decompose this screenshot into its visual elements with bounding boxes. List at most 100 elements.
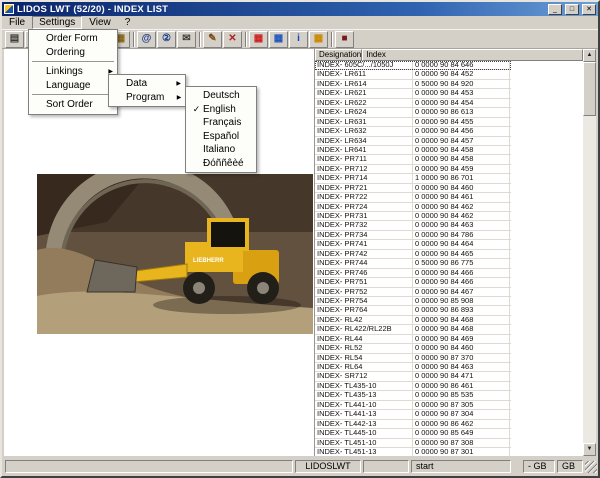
designation-cell: INDEX- PR752 (315, 287, 413, 296)
table-row[interactable]: INDEX- PR741 0 0000 90 84 464 (315, 240, 511, 250)
document-button[interactable]: ▤ (5, 30, 24, 48)
app-window: LIDOS LWT (52/20) - INDEX LIST _ □ ✕ Fil… (0, 0, 600, 478)
index-table: Designation Index INDEX- 605C/.../1050J … (315, 49, 583, 456)
table-row[interactable]: INDEX- SR712 0 0000 90 84 471 (315, 372, 511, 382)
partlist-red-button[interactable]: ▦ (249, 30, 268, 48)
title-bar[interactable]: LIDOS LWT (52/20) - INDEX LIST _ □ ✕ (2, 2, 598, 16)
toolbar-icon: i (297, 33, 300, 44)
menu-item-espanol[interactable]: ✓ Español ▶ (188, 130, 254, 144)
index-cell: 0 0000 90 84 464 (413, 240, 510, 249)
close-button[interactable]: ✕ (582, 3, 596, 15)
menu-item-data[interactable]: ✓ Data ▶ (111, 77, 183, 91)
table-row[interactable]: INDEX- RL42 0 0000 90 84 468 (315, 315, 511, 326)
menu-item-italiano[interactable]: ✓ Italiano ▶ (188, 143, 254, 157)
index-cell: 0 0000 90 87 305 (413, 400, 510, 410)
table-row[interactable]: INDEX- PR754 0 0000 90 85 908 (315, 296, 511, 307)
table-row[interactable]: INDEX- TL451-13 0 0000 90 87 301 (315, 447, 511, 456)
table-row[interactable]: INDEX- 605C/.../1050J 0 0000 90 84 646 (315, 61, 511, 71)
table-row[interactable]: INDEX- PR752 0 0000 90 84 467 (315, 287, 511, 297)
table-row[interactable]: INDEX- LR631 0 0000 90 84 455 (315, 117, 511, 128)
menu-item-english[interactable]: ✓ English ▶ (188, 103, 254, 117)
table-row[interactable]: INDEX- PR731 0 0000 90 84 462 (315, 212, 511, 222)
table-row[interactable]: INDEX- PR746 0 0000 90 84 466 (315, 268, 511, 279)
table-row[interactable]: INDEX- PR714 1 0000 90 86 701 (315, 174, 511, 184)
table-row[interactable]: INDEX- TL441-13 0 0000 90 87 304 (315, 410, 511, 420)
cab-window (211, 222, 245, 247)
resize-grip[interactable] (585, 461, 597, 473)
menu-item-francais[interactable]: ✓ Français ▶ (188, 116, 254, 130)
maximize-button[interactable]: □ (565, 3, 579, 15)
check-icon: ✓ (192, 103, 201, 114)
menu-file[interactable]: File (2, 16, 32, 29)
table-row[interactable]: INDEX- LR641 0 0000 90 84 458 (315, 145, 511, 156)
table-row[interactable]: INDEX- PR724 0 0000 90 84 462 (315, 202, 511, 212)
scrollbar-thumb[interactable] (583, 62, 596, 116)
menu-item-deutsch[interactable]: ✓ Deutsch ▶ (188, 89, 254, 103)
table-row[interactable]: INDEX- PR751 0 0000 90 84 466 (315, 278, 511, 288)
table-row[interactable]: INDEX- LR624 0 0000 90 86 613 (315, 108, 511, 118)
table-row[interactable]: INDEX- PR732 0 0000 90 84 463 (315, 221, 511, 231)
menu-item-linkings[interactable]: ✓ Linkings ▶ (31, 65, 115, 79)
submenu-arrow-icon: ▶ (176, 81, 181, 88)
table-row[interactable]: INDEX- PR712 0 0000 90 84 459 (315, 164, 511, 175)
table-row[interactable]: INDEX- PR742 0 0000 90 84 465 (315, 249, 511, 260)
menu-item-ordering[interactable]: ✓ Ordering ▶ (31, 46, 115, 60)
table-row[interactable]: INDEX- LR622 0 0000 90 84 454 (315, 98, 511, 109)
table-row[interactable]: INDEX- RL44 0 0000 90 84 469 (315, 334, 511, 345)
designation-cell: INDEX- TL445-10 (315, 429, 413, 438)
table-row[interactable]: INDEX- RL54 0 0000 90 87 370 (315, 353, 511, 363)
scroll-up-icon[interactable]: ▲ (583, 49, 596, 62)
info-button[interactable]: i (289, 30, 308, 48)
table-row[interactable]: INDEX- TL441-10 0 0000 90 87 305 (315, 400, 511, 411)
index-cell: 0 0000 90 87 301 (413, 447, 510, 456)
partlist-yellow-button[interactable]: ▦ (309, 30, 328, 48)
table-row[interactable]: INDEX- PR744 0 5000 90 86 775 (315, 259, 511, 269)
table-row[interactable]: INDEX- LR621 0 0000 90 84 453 (315, 89, 511, 99)
table-row[interactable]: INDEX- PR721 0 0000 90 84 460 (315, 183, 511, 194)
table-row[interactable]: INDEX- TL445-10 0 0000 90 85 649 (315, 429, 511, 439)
status-language-program: GB (557, 460, 583, 473)
table-row[interactable]: INDEX- LR634 0 0000 90 84 457 (315, 136, 511, 146)
table-row[interactable]: INDEX- PR711 0 0000 90 84 458 (315, 155, 511, 165)
column-header[interactable]: Index (362, 49, 583, 61)
delete-button[interactable]: ✕ (223, 30, 242, 48)
scroll-down-icon[interactable]: ▼ (583, 443, 596, 456)
table-row[interactable]: INDEX- PR734 0 0000 90 84 786 (315, 230, 511, 241)
table-row[interactable]: INDEX- RL422/RL22B 0 0000 90 84 468 (315, 325, 511, 335)
table-row[interactable]: INDEX- LR632 0 0000 90 84 456 (315, 127, 511, 137)
partlist-multi-button[interactable]: ▦ (269, 30, 288, 48)
minimize-button[interactable]: _ (548, 3, 562, 15)
vertical-scrollbar[interactable]: ▲ ▼ (583, 49, 596, 456)
edit-button[interactable]: ✎ (203, 30, 222, 48)
index-list-panel: Designation Index INDEX- 605C/.../1050J … (315, 49, 596, 456)
table-row[interactable]: INDEX- LR611 0 0000 90 84 452 (315, 70, 511, 80)
search-a-button[interactable]: @ (137, 30, 156, 48)
table-row[interactable]: INDEX- TL442-13 0 0000 90 86 462 (315, 419, 511, 430)
menu-item-russian[interactable]: ✓ Ðóññêèé ▶ (188, 157, 254, 171)
table-row[interactable]: INDEX- TL435-10 0 0000 90 86 461 (315, 381, 511, 392)
designation-cell: INDEX- PR764 (315, 306, 413, 315)
menu-item-program[interactable]: ✓ Program ▶ (111, 91, 183, 105)
table-header: Designation Index (315, 49, 583, 61)
toolbar-icon: ▤ (9, 33, 20, 44)
menu-view[interactable]: View (82, 16, 118, 29)
table-row[interactable]: INDEX- PR764 0 0000 90 86 893 (315, 306, 511, 316)
menu-help[interactable]: ? (118, 16, 138, 29)
table-row[interactable]: INDEX- LR614 0 5000 90 84 920 (315, 79, 511, 90)
table-row[interactable]: INDEX- RL52 0 0000 90 84 460 (315, 344, 511, 354)
search-2-button[interactable]: ② (157, 30, 176, 48)
menu-settings[interactable]: Settings (32, 16, 83, 29)
stop-button[interactable]: ■ (335, 30, 354, 48)
table-row[interactable]: INDEX- PR722 0 0000 90 84 461 (315, 193, 511, 203)
menu-item-order-form[interactable]: ✓ Order Form ▶ (31, 32, 115, 46)
index-cell: 0 0000 90 85 649 (413, 429, 510, 438)
index-cell: 0 0000 90 86 893 (413, 306, 510, 315)
menu-item-sort-order[interactable]: ✓ Sort Order ▶ (31, 98, 115, 112)
mail-button[interactable]: ✉ (177, 30, 196, 48)
table-row[interactable]: INDEX- RL64 0 0000 90 84 463 (315, 363, 511, 373)
table-row[interactable]: INDEX- TL451-10 0 0000 90 87 308 (315, 438, 511, 448)
table-row[interactable]: INDEX- TL435-13 0 0000 90 85 535 (315, 391, 511, 401)
column-header[interactable]: Designation (315, 49, 363, 61)
menu-item-language[interactable]: ✓ Language ▶ (31, 79, 115, 93)
designation-cell: INDEX- LR631 (315, 117, 413, 127)
